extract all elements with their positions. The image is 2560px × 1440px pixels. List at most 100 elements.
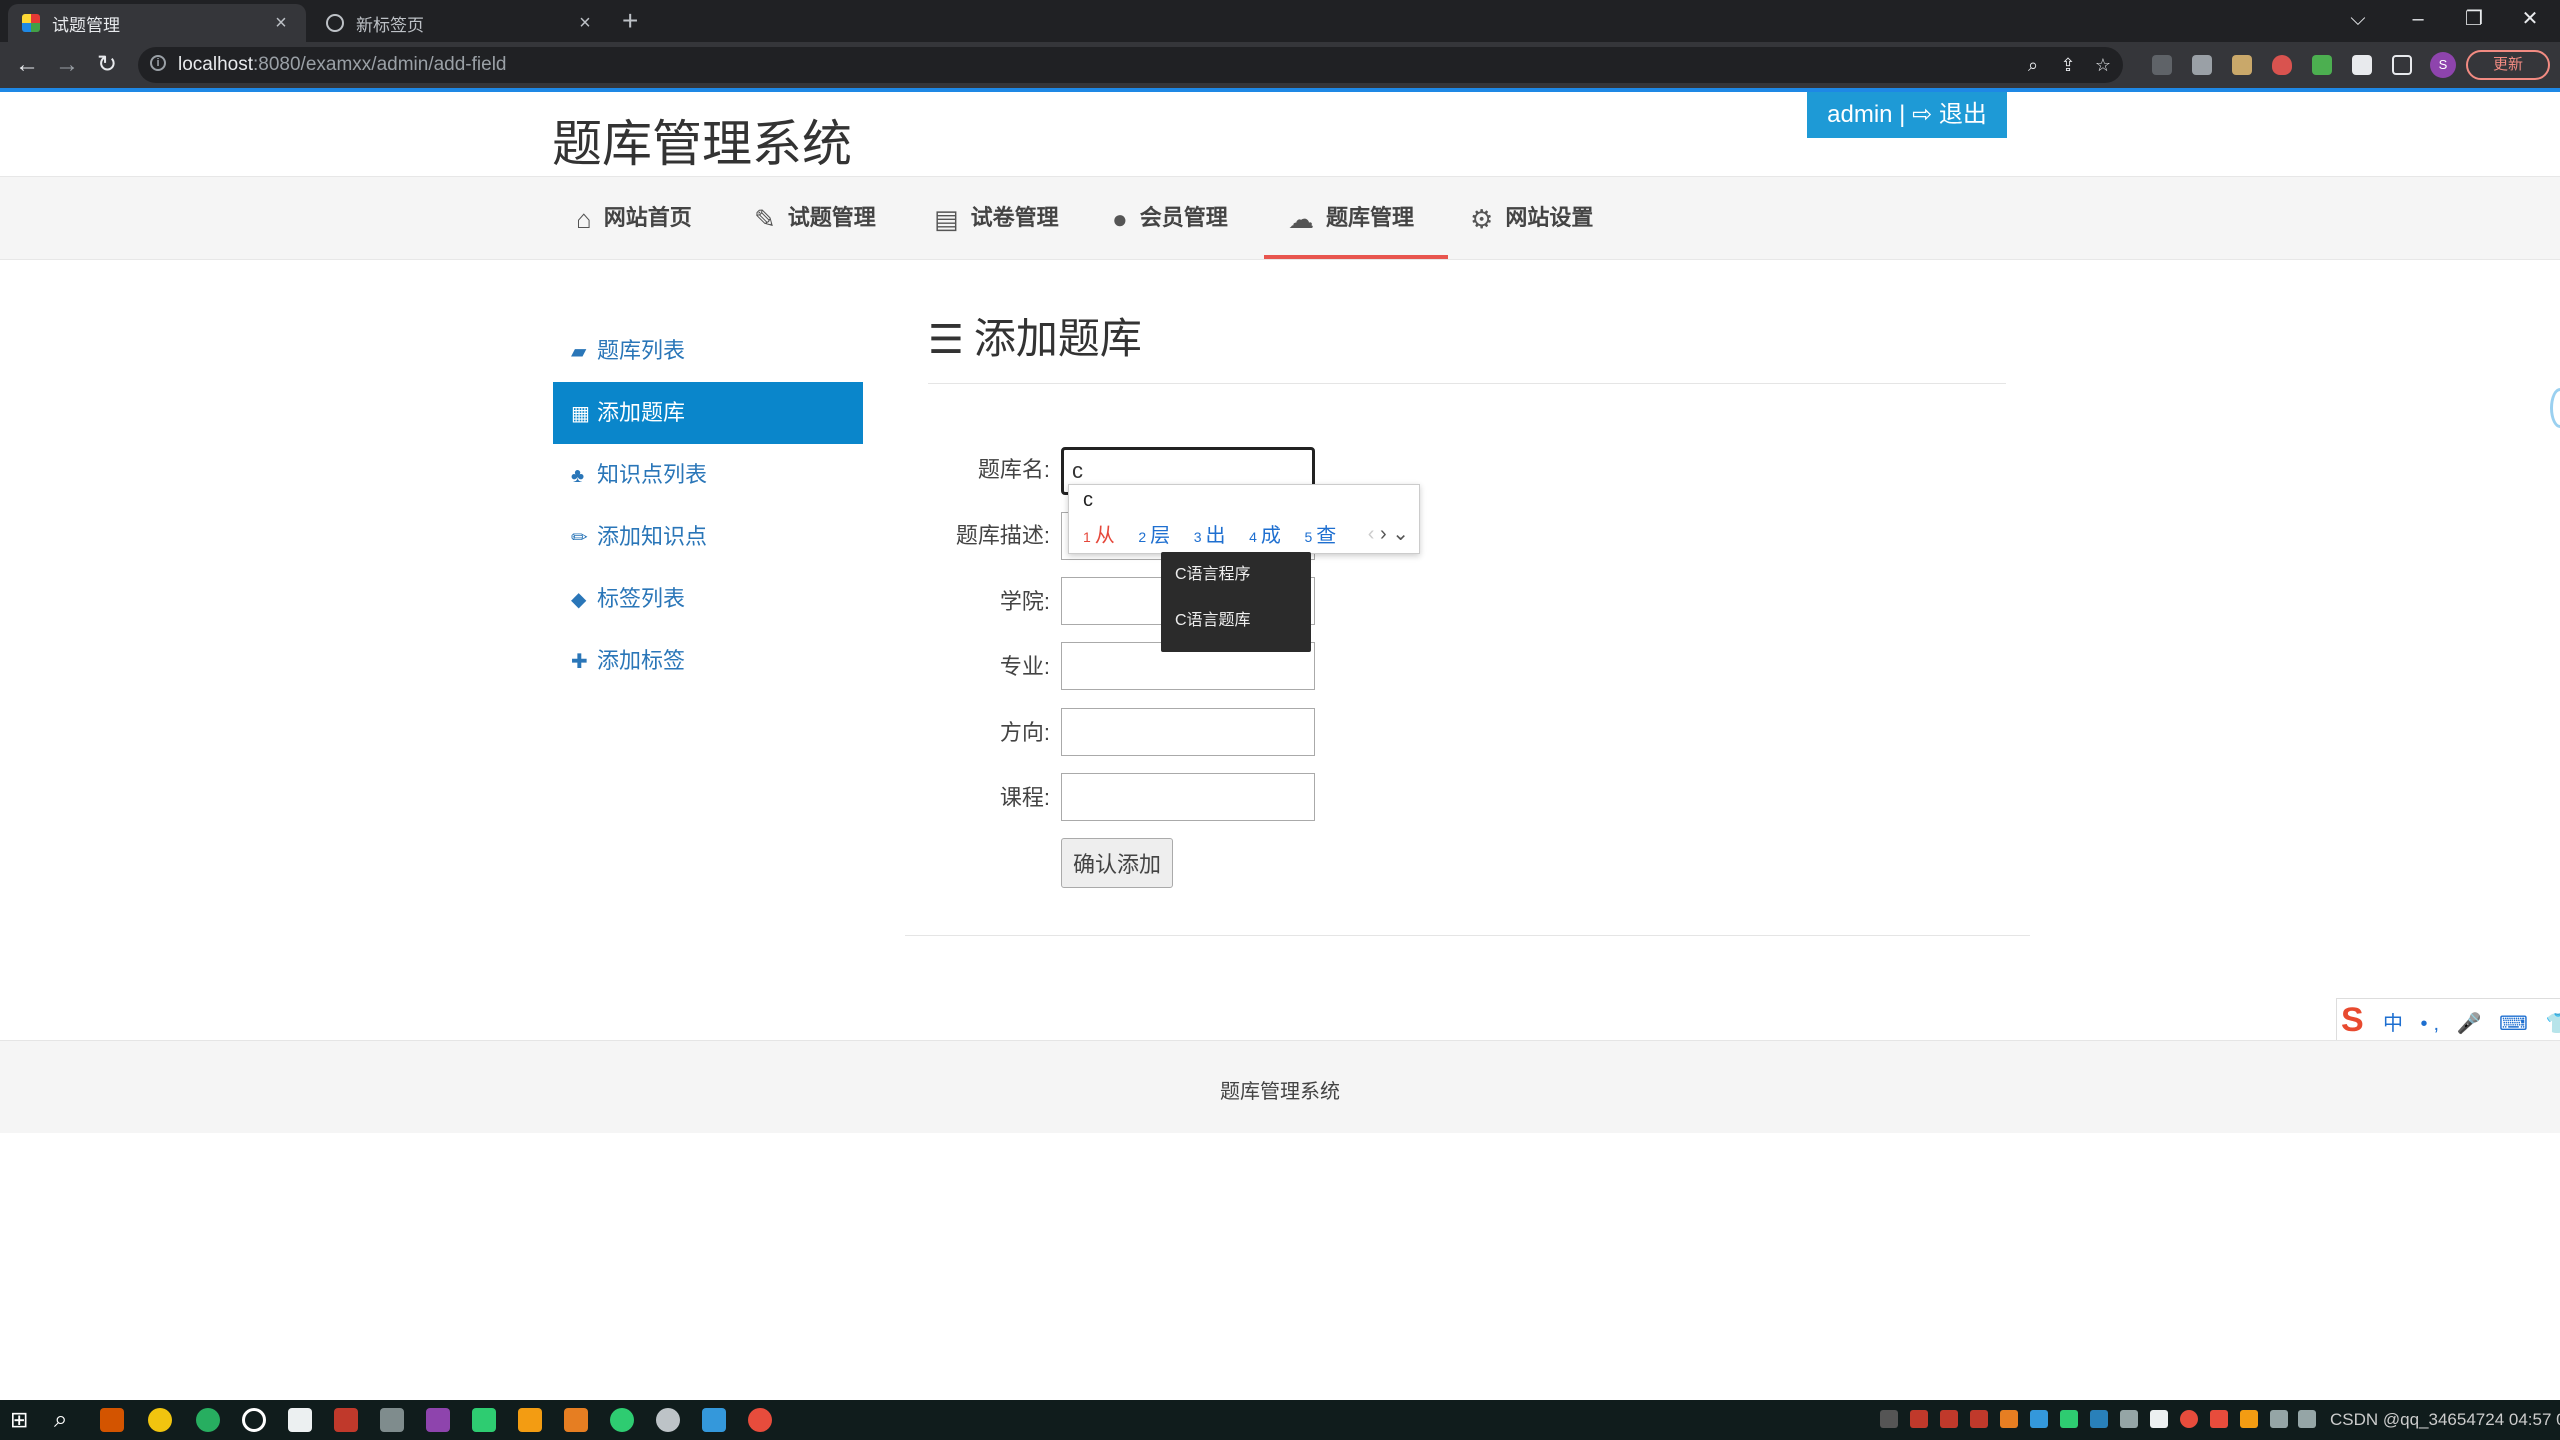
intellij-app-icon[interactable] xyxy=(100,1408,124,1432)
os-taskbar: ⊞ ⌕ CSDN @qq_34654724 04:57 01 xyxy=(0,1400,2560,1440)
window-close-icon[interactable]: ✕ xyxy=(2502,0,2558,38)
tray-app-icon[interactable] xyxy=(2240,1410,2258,1428)
minimize-icon[interactable]: – xyxy=(2390,0,2446,38)
browser-tab-newtab[interactable]: 新标签页 × xyxy=(312,4,610,42)
sitemap-icon: ♣ xyxy=(571,465,585,487)
tray-record-icon[interactable] xyxy=(2180,1410,2198,1428)
cloud-icon: ☁ xyxy=(1288,204,1314,235)
home-icon: ⌂ xyxy=(576,204,592,235)
tray-wechat-icon[interactable] xyxy=(2060,1410,2078,1428)
course-input[interactable] xyxy=(1061,773,1315,821)
nav-item-question-bank[interactable]: ☁ 题库管理 xyxy=(1264,177,1448,259)
floating-widget-edge[interactable] xyxy=(2550,388,2560,428)
windows-start-icon[interactable]: ⊞ xyxy=(10,1409,28,1431)
tray-qq-icon[interactable] xyxy=(1940,1410,1958,1428)
nav-item-home[interactable]: ⌂ 网站首页 xyxy=(576,177,692,259)
app-icon[interactable] xyxy=(702,1408,726,1432)
browser-tab-active[interactable]: 试题管理 × xyxy=(8,4,306,42)
app-icon[interactable] xyxy=(656,1408,680,1432)
tab-search-chevron-icon[interactable]: ⌵ xyxy=(2330,0,2386,38)
record-app-icon[interactable] xyxy=(242,1408,266,1432)
tray-qq-icon[interactable] xyxy=(1970,1410,1988,1428)
ime-candidate[interactable]: 4成 xyxy=(1249,525,1281,547)
update-button[interactable]: 更新 xyxy=(2466,50,2550,80)
puzzle-icon[interactable] xyxy=(2352,55,2372,75)
sidebar-item-field-list[interactable]: ▰ 题库列表 xyxy=(553,320,863,382)
tray-network-icon[interactable] xyxy=(2270,1410,2288,1428)
tag-icon: ◆ xyxy=(571,589,587,611)
tray-app-icon[interactable] xyxy=(2090,1410,2108,1428)
bookmark-star-icon[interactable]: ☆ xyxy=(2093,55,2113,75)
restore-icon[interactable]: ❐ xyxy=(2446,0,2502,38)
app-icon[interactable] xyxy=(196,1408,220,1432)
back-arrow-icon[interactable]: ← xyxy=(10,48,44,82)
ime-candidate[interactable]: 3出 xyxy=(1194,525,1226,547)
address-bar[interactable]: i localhost:8080/examxx/admin/add-field … xyxy=(138,47,2123,83)
share-icon[interactable]: ⇪ xyxy=(2058,55,2078,75)
close-icon[interactable]: × xyxy=(270,12,292,35)
file-explorer-icon[interactable] xyxy=(518,1408,542,1432)
image-extension-icon[interactable] xyxy=(2232,55,2252,75)
sign-out-icon: ⇨ xyxy=(1912,101,1933,128)
tray-qq-icon[interactable] xyxy=(1910,1410,1928,1428)
form-divider xyxy=(905,935,2030,936)
tray-app-icon[interactable] xyxy=(2120,1410,2138,1428)
book-icon: ▰ xyxy=(571,341,587,363)
app-icon[interactable] xyxy=(380,1408,404,1432)
search-icon[interactable]: ⌕ xyxy=(54,1406,67,1434)
app-icon[interactable] xyxy=(426,1408,450,1432)
sync-app-icon[interactable] xyxy=(472,1408,496,1432)
nav-item-questions[interactable]: ✎ 试题管理 xyxy=(754,177,876,259)
nav-item-papers[interactable]: ▤ 试卷管理 xyxy=(934,177,1059,259)
ime-status-items[interactable]: 中 •, 🎤 ⌨ 👕 ▦ xyxy=(2383,1007,2560,1036)
main-nav: ⌂ 网站首页 ✎ 试题管理 ▤ 试卷管理 ● 会员管理 ☁ 题库管理 ⚙ 网站设置 xyxy=(0,176,2560,260)
chevron-left-icon[interactable]: ‹ xyxy=(1368,523,1375,545)
app-icon[interactable] xyxy=(334,1408,358,1432)
ime-candidate[interactable]: 2层 xyxy=(1138,525,1170,547)
new-tab-button[interactable]: + xyxy=(622,4,638,38)
tray-mic-icon[interactable] xyxy=(2150,1410,2168,1428)
record-app-icon[interactable] xyxy=(748,1408,772,1432)
title-divider xyxy=(928,383,2006,384)
autocomplete-option[interactable]: C语言程序 xyxy=(1161,552,1311,598)
sogou-logo-icon[interactable]: S xyxy=(2341,1001,2364,1039)
side-panel-icon[interactable] xyxy=(2392,55,2412,75)
sidebar-item-knowledge-list[interactable]: ♣ 知识点列表 xyxy=(553,444,863,506)
autocomplete-option[interactable]: C语言题库 xyxy=(1161,598,1311,644)
nav-item-settings[interactable]: ⚙ 网站设置 xyxy=(1470,177,1593,259)
app-icon[interactable] xyxy=(564,1408,588,1432)
nav-item-members[interactable]: ● 会员管理 xyxy=(1112,177,1228,259)
wechat-app-icon[interactable] xyxy=(610,1408,634,1432)
tray-volume-icon[interactable] xyxy=(2298,1410,2316,1428)
ime-candidate[interactable]: 1从 xyxy=(1083,525,1115,547)
reload-icon[interactable]: ↻ xyxy=(90,48,124,82)
sidebar-item-add-knowledge[interactable]: ✏ 添加知识点 xyxy=(553,506,863,568)
logout-link[interactable]: 退出 xyxy=(1939,101,1987,128)
close-icon[interactable]: × xyxy=(574,12,596,35)
tray-chevron-icon[interactable] xyxy=(1880,1410,1898,1428)
camera-extension-icon[interactable] xyxy=(2192,55,2212,75)
chrome-app-icon[interactable] xyxy=(148,1408,172,1432)
tray-app-icon[interactable] xyxy=(2000,1410,2018,1428)
sidebar-item-tag-list[interactable]: ◆ 标签列表 xyxy=(553,568,863,630)
extension-icon[interactable] xyxy=(2152,55,2172,75)
shield-extension-icon[interactable] xyxy=(2272,55,2292,75)
forward-arrow-icon[interactable]: → xyxy=(50,48,84,82)
zoom-icon[interactable]: ⌕ xyxy=(2023,55,2043,75)
chevron-down-icon[interactable]: ⌄ xyxy=(1392,523,1409,545)
app-icon[interactable] xyxy=(288,1408,312,1432)
direction-input[interactable] xyxy=(1061,708,1315,756)
ime-candidate[interactable]: 5查 xyxy=(1304,525,1336,547)
tray-app-icon[interactable] xyxy=(2210,1410,2228,1428)
tray-app-icon[interactable] xyxy=(2030,1410,2048,1428)
eyedropper-extension-icon[interactable] xyxy=(2312,55,2332,75)
profile-avatar[interactable]: S xyxy=(2430,52,2456,78)
gears-icon: ⚙ xyxy=(1470,204,1494,235)
username-link[interactable]: admin xyxy=(1827,101,1892,128)
sidebar-item-add-field[interactable]: ▦ 添加题库 xyxy=(553,382,863,444)
url-text[interactable]: localhost:8080/examxx/admin/add-field xyxy=(178,54,506,76)
submit-button[interactable]: 确认添加 xyxy=(1061,838,1173,888)
sidebar-item-add-tag[interactable]: ✚ 添加标签 xyxy=(553,630,863,692)
site-info-icon[interactable]: i xyxy=(150,55,166,71)
chevron-right-icon[interactable]: › xyxy=(1380,523,1387,545)
